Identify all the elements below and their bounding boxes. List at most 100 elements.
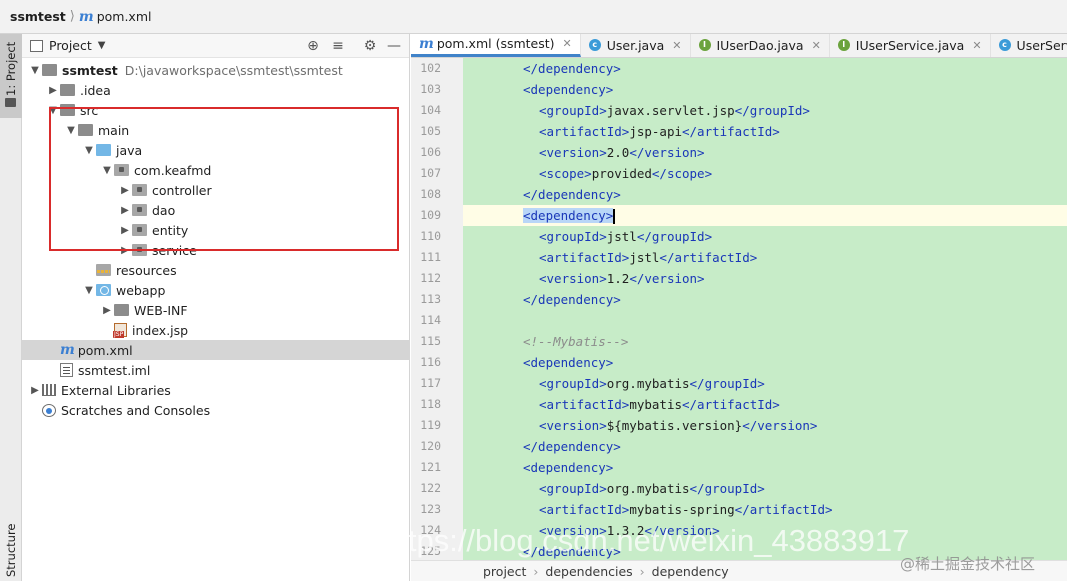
hide-icon[interactable]: — [385,37,403,55]
close-icon[interactable]: ✕ [972,39,981,52]
tree-item-web-inf[interactable]: ▶ WEB-INF [22,300,410,320]
gear-icon[interactable]: ⚙ [361,37,379,55]
structure-tool-button[interactable]: Structure [0,521,22,581]
tab-iuserdao-java[interactable]: I IUserDao.java ✕ [691,34,830,57]
code-line[interactable]: <version>2.0</version> [463,142,1067,163]
editor-breadcrumb-dependencies[interactable]: dependencies [545,564,632,579]
editor-breadcrumb-dependency[interactable]: dependency [652,564,729,579]
tab-userserviceimpl[interactable]: c UserServiceImp [991,34,1067,57]
chevron-right-icon[interactable]: ▶ [118,225,132,236]
tab-pom-xml[interactable]: m pom.xml (ssmtest) ✕ [411,34,581,57]
chevron-down-icon[interactable]: ▼ [28,65,42,76]
code-line[interactable]: <artifactId>jsp-api</artifactId> [463,121,1067,142]
navigation-breadcrumb: ssmtest ⟩ m pom.xml [0,0,1067,34]
tree-item-ssmtest[interactable]: ▼ ssmtest D:\javaworkspace\ssmtest\ssmte… [22,60,410,80]
xml-value: org.mybatis [606,376,690,391]
chevron-right-icon[interactable]: ▶ [118,205,132,216]
tree-item-pom-xml[interactable]: m pom.xml [22,340,410,360]
tree-item-label: ssmtest [62,62,118,78]
code-line[interactable]: <scope>provided</scope> [463,163,1067,184]
code-line[interactable]: </dependency> [463,289,1067,310]
tree-item-label: index.jsp [132,322,189,338]
project-tool-label: 1: Project [4,41,18,96]
chevron-right-icon[interactable]: ▶ [118,185,132,196]
tree-item-index-jsp[interactable]: index.jsp [22,320,410,340]
code-line[interactable]: <dependency> [463,205,1067,226]
package-icon [132,184,147,196]
package-icon [132,244,147,256]
xml-tag: </version> [629,271,705,286]
code-line[interactable]: </dependency> [463,436,1067,457]
tree-item-main[interactable]: ▼ main [22,120,410,140]
tree-item-entity[interactable]: ▶ entity [22,220,410,240]
tree-item-label: main [98,122,130,138]
chevron-down-icon[interactable]: ▼ [100,165,114,176]
tree-item-idea[interactable]: ▶ .idea [22,80,410,100]
close-icon[interactable]: ✕ [812,39,821,52]
tree-item-scratches[interactable]: Scratches and Consoles [22,400,410,420]
tree-item-java[interactable]: ▼ java [22,140,410,160]
code-line[interactable]: <artifactId>mybatis-spring</artifactId> [463,499,1067,520]
chevron-down-icon[interactable]: ▼ [64,125,78,136]
editor-breadcrumb-project[interactable]: project [483,564,526,579]
line-number-gutter[interactable]: 102 103 104 105 106 107 108 109 110 111 112 113 114 1… [411,58,479,560]
code-line[interactable]: <groupId>jstl</groupId> [463,226,1067,247]
code-area[interactable]: </dependency> <dependency> <groupId>javax.… [463,58,1067,560]
tab-iuserservice-java[interactable]: I IUserService.java ✕ [830,34,991,57]
tree-item-com-keafmd[interactable]: ▼ com.keafmd [22,160,410,180]
chevron-down-icon[interactable]: ▼ [82,145,96,156]
locate-icon[interactable]: ⊕ [304,37,322,55]
code-line[interactable]: <artifactId>jstl</artifactId> [463,247,1067,268]
tree-item-dao[interactable]: ▶ dao [22,200,410,220]
tab-label: IUserService.java [855,37,965,53]
breadcrumb-file[interactable]: pom.xml [97,9,152,24]
xml-tag: <groupId> [539,481,607,496]
code-line[interactable]: <groupId>org.mybatis</groupId> [463,478,1067,499]
tree-item-service[interactable]: ▶ service [22,240,410,260]
project-view-selector[interactable]: Project [49,38,92,53]
class-icon: c [998,39,1011,51]
code-line[interactable]: </dependency> [463,58,1067,79]
chevron-right-icon[interactable]: ▶ [100,305,114,316]
tree-item-external-libraries[interactable]: ▶ External Libraries [22,380,410,400]
code-line[interactable]: <dependency> [463,352,1067,373]
close-icon[interactable]: ✕ [563,37,572,50]
tree-item-label: service [152,242,197,258]
tree-item-webapp[interactable]: ▼ webapp [22,280,410,300]
chevron-right-icon[interactable]: ▶ [46,85,60,96]
tree-item-controller[interactable]: ▶ controller [22,180,410,200]
breadcrumb-separator-icon: › [639,563,645,579]
xml-value: mybatis [629,397,682,412]
code-line[interactable]: <dependency> [463,457,1067,478]
collapse-all-icon[interactable]: ≡ [329,37,347,55]
code-line[interactable]: <artifactId>mybatis</artifactId> [463,394,1067,415]
csdn-watermark: https://blog.csdn.net/weixin_43883917 [382,523,910,558]
code-line[interactable]: <dependency> [463,79,1067,100]
tree-item-resources[interactable]: resources [22,260,410,280]
breadcrumb-project[interactable]: ssmtest [10,9,66,24]
code-line[interactable]: <groupId>org.mybatis</groupId> [463,373,1067,394]
code-line[interactable]: <version>${mybatis.version}</version> [463,415,1067,436]
code-line[interactable]: <version>1.2</version> [463,268,1067,289]
xml-tag: <groupId> [539,376,607,391]
folder-icon [5,98,16,107]
chevron-down-icon[interactable]: ▼ [82,285,96,296]
text-caret [613,209,616,224]
chevron-down-icon[interactable]: ▼ [46,105,60,116]
code-line[interactable] [463,310,1067,331]
code-line[interactable]: </dependency> [463,184,1067,205]
tree-item-src[interactable]: ▼ src [22,100,410,120]
code-line[interactable]: <!--Mybatis--> [463,331,1067,352]
close-icon[interactable]: ✕ [672,39,681,52]
library-icon [42,384,56,396]
chevron-right-icon[interactable]: ▶ [28,385,42,396]
xml-tag: <dependency> [523,460,614,475]
code-line[interactable]: <groupId>javax.servlet.jsp</groupId> [463,100,1067,121]
source-folder-icon [96,144,111,156]
chevron-right-icon[interactable]: ▶ [118,245,132,256]
project-tool-button[interactable]: 1: Project [0,34,22,118]
tree-item-ssmtest-iml[interactable]: ssmtest.iml [22,360,410,380]
tab-user-java[interactable]: c User.java ✕ [581,34,691,57]
chevron-down-icon[interactable]: ▼ [98,40,106,51]
folder-icon [114,304,129,316]
